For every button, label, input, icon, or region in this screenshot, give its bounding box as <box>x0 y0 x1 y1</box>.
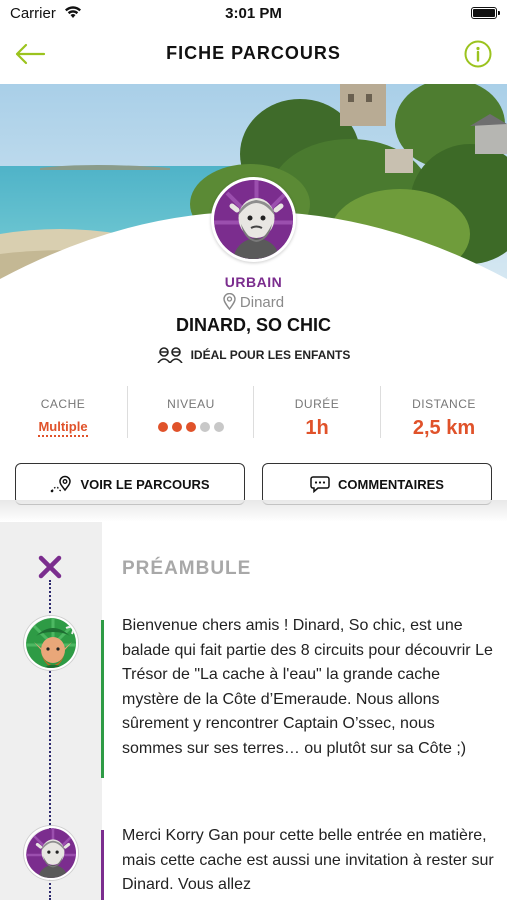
section-title: PRÉAMBULE <box>122 558 252 579</box>
message-accent-bar <box>101 830 104 900</box>
level-rating <box>158 422 224 432</box>
battery-icon <box>471 7 500 19</box>
stat-duration-label: DURÉE <box>294 397 340 411</box>
stat-duration-value: 1h <box>305 417 329 439</box>
location-label: Dinard <box>239 294 285 311</box>
view-route-button[interactable]: VOIR LE PARCOURS <box>15 463 245 505</box>
status-bar: Carrier 3:01 PM <box>0 0 507 28</box>
level-dot-filled <box>186 422 196 432</box>
route-title: DINARD, SO CHIC <box>175 315 331 335</box>
level-dot-filled <box>172 422 182 432</box>
level-dot-empty <box>200 422 210 432</box>
location-pin-icon <box>223 293 236 310</box>
stat-cache-value[interactable]: Multiple <box>38 419 88 437</box>
card-shadow <box>0 500 507 522</box>
level-dot-empty <box>214 422 224 432</box>
kids-label-text: IDÉAL POUR LES ENFANTS <box>190 348 351 362</box>
message-accent-bar <box>101 620 104 778</box>
message-avatar-guide <box>24 826 78 880</box>
route-location: Dinard <box>0 293 507 311</box>
stat-level-label: NIVEAU <box>167 397 215 411</box>
stat-distance-label: DISTANCE <box>412 397 476 411</box>
route-category: URBAIN <box>224 274 283 290</box>
clock: 3:01 PM <box>225 5 282 22</box>
message-avatar-korry-gan <box>24 616 78 670</box>
stat-distance-value: 2,5 km <box>412 417 476 439</box>
level-dot-filled <box>158 422 168 432</box>
navigation-bar: FICHE PARCOURS <box>0 28 507 84</box>
stat-distance: DISTANCE 2,5 km <box>381 386 507 442</box>
route-stats: CACHE Multiple NIVEAU DURÉE 1h DISTANCE … <box>0 386 507 442</box>
stat-cache: CACHE Multiple <box>0 386 126 442</box>
stat-duration: DURÉE 1h <box>254 386 380 442</box>
route-guide-avatar <box>211 177 296 262</box>
comments-label: COMMENTAIRES <box>338 476 444 492</box>
route-map-icon <box>51 475 72 493</box>
comment-bubble-icon <box>310 476 330 493</box>
stat-cache-label: CACHE <box>40 397 86 411</box>
stat-level: NIVEAU <box>128 386 254 442</box>
timeline-start-cross-icon <box>38 555 62 579</box>
children-icon <box>156 347 183 363</box>
message-text: Bienvenue chers amis ! Dinard, So chic, … <box>122 617 493 757</box>
view-route-label: VOIR LE PARCOURS <box>80 476 210 492</box>
info-icon[interactable] <box>463 39 493 69</box>
message-text: Merci Korry Gan pour cette belle entrée … <box>122 827 494 893</box>
page-title: FICHE PARCOURS <box>166 43 341 63</box>
kids-friendly-label: IDÉAL POUR LES ENFANTS <box>0 347 507 363</box>
comments-button[interactable]: COMMENTAIRES <box>262 463 492 505</box>
